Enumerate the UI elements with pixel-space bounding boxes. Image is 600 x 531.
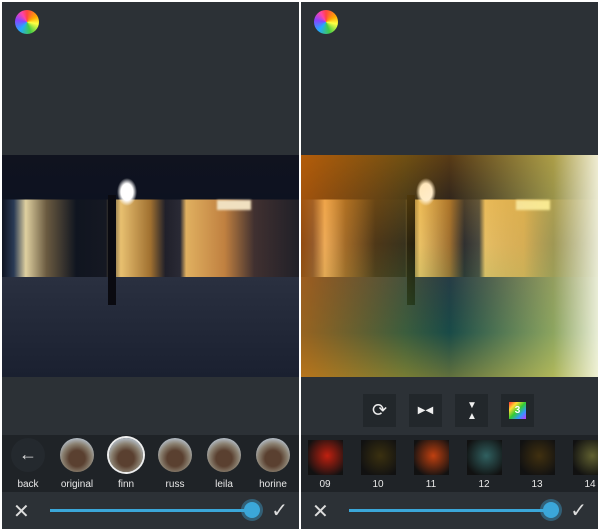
color-palette-icon: 3: [509, 402, 526, 419]
filter-label: original: [60, 479, 94, 490]
overlay-label: 14: [584, 479, 596, 490]
action-bar: ✕ ✓: [2, 492, 299, 529]
rotate-icon: ⟳: [371, 400, 388, 420]
palette-button[interactable]: 3: [501, 394, 534, 427]
intensity-slider[interactable]: [50, 509, 252, 512]
overlay-thumb[interactable]: [361, 440, 396, 475]
overlay-strip[interactable]: 09 10 11 12 13 14: [301, 435, 598, 492]
photo-preview: [2, 155, 299, 377]
overlay-panel: ⟳ ▶◀ ▼▲ 3 09 10 11 12 13 14 ✕ ✓: [301, 2, 598, 529]
filter-leila[interactable]: [207, 438, 241, 472]
filter-label: horine: [259, 479, 287, 490]
flip-vertical-button[interactable]: ▼▲: [455, 394, 488, 427]
slider-handle[interactable]: [543, 502, 559, 518]
app-logo-icon: [15, 10, 39, 34]
cancel-icon[interactable]: ✕: [312, 499, 329, 524]
overlay-thumb[interactable]: [520, 440, 555, 475]
photo-preview: [301, 155, 598, 377]
intensity-slider[interactable]: [349, 509, 551, 512]
overlay-thumb[interactable]: [467, 440, 502, 475]
confirm-icon[interactable]: ✓: [570, 498, 587, 523]
filter-russ[interactable]: [158, 438, 192, 472]
app-logo-icon: [314, 10, 338, 34]
overlay-tools: ⟳ ▶◀ ▼▲ 3: [363, 394, 534, 427]
overlay-label: 10: [372, 479, 384, 490]
overlay-label: 11: [425, 479, 437, 490]
filter-strip[interactable]: ← back original finn russ leila horine: [2, 435, 299, 492]
filter-label: finn: [117, 479, 135, 490]
flip-horizontal-button[interactable]: ▶◀: [409, 394, 442, 427]
filter-panel: ← back original finn russ leila horine ✕…: [2, 2, 299, 529]
back-button[interactable]: ←: [11, 438, 45, 472]
overlay-thumb[interactable]: [414, 440, 449, 475]
cancel-icon[interactable]: ✕: [13, 499, 30, 524]
rotate-button[interactable]: ⟳: [363, 394, 396, 427]
overlay-thumb[interactable]: [308, 440, 343, 475]
flip-vertical-icon: ▼▲: [466, 399, 478, 422]
action-bar: ✕ ✓: [301, 492, 598, 529]
filter-finn[interactable]: [109, 438, 143, 472]
filter-horine[interactable]: [256, 438, 290, 472]
arrow-left-icon: ←: [19, 444, 37, 464]
filter-label: leila: [215, 479, 233, 490]
overlay-label: 09: [319, 479, 331, 490]
back-label: back: [17, 479, 39, 490]
overlay-thumb[interactable]: [573, 440, 598, 475]
flip-horizontal-icon: ▶◀: [417, 405, 434, 416]
overlay-label: 12: [478, 479, 490, 490]
overlay-label: 13: [531, 479, 543, 490]
slider-handle[interactable]: [244, 502, 260, 518]
confirm-icon[interactable]: ✓: [271, 498, 288, 523]
filter-original[interactable]: [60, 438, 94, 472]
filter-label: russ: [165, 479, 185, 490]
